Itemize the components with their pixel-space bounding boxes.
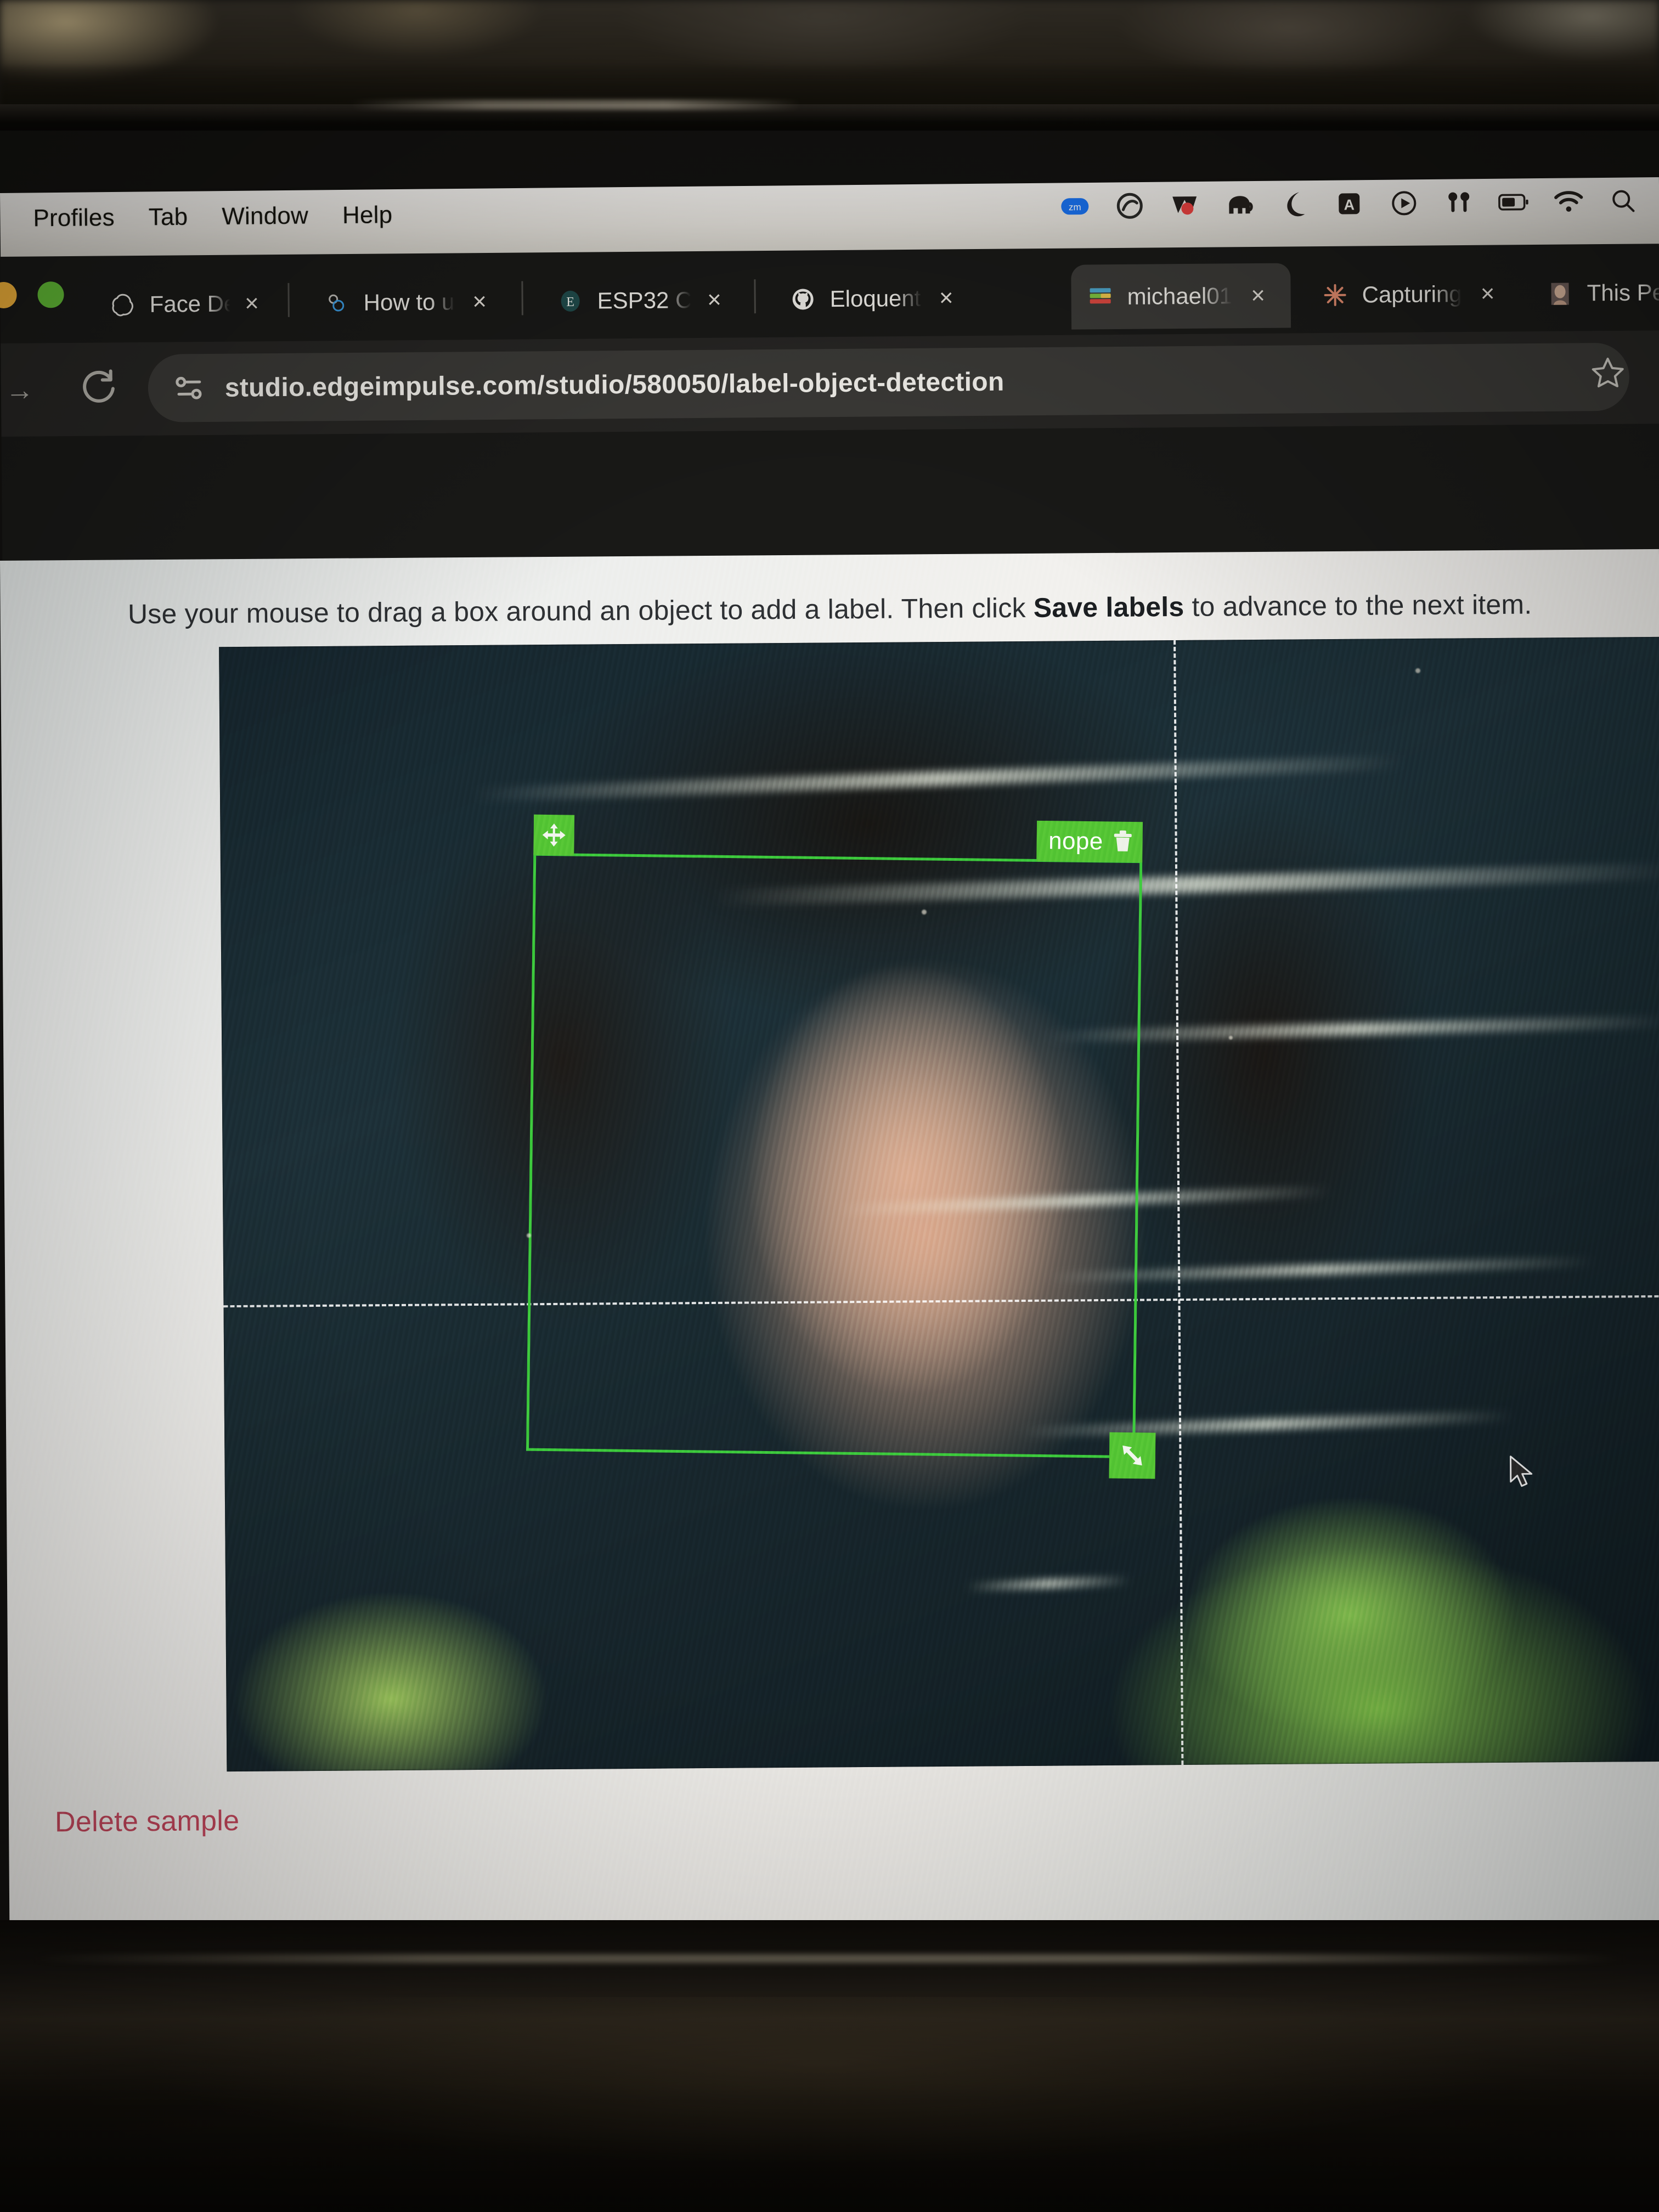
url-text: studio.edgeimpulse.com/studio/580050/lab… — [224, 367, 1005, 403]
labeling-instruction-text: Use your mouse to drag a box around an o… — [0, 588, 1659, 631]
bounding-box[interactable]: nope — [526, 814, 1156, 1479]
menu-bar-items: Profiles Tab Window Help — [33, 201, 392, 232]
close-tab-icon[interactable]: × — [704, 286, 725, 313]
menu-item-tab[interactable]: Tab — [149, 204, 188, 232]
edge-impulse-labeling-page: Use your mouse to drag a box around an o… — [0, 549, 1659, 1920]
tab-separator — [754, 279, 756, 314]
dust-speck — [1229, 1036, 1233, 1040]
browser-tab-title: Capturing — [1362, 281, 1462, 308]
browser-tab-face-detec[interactable]: Face Detec × — [93, 271, 275, 337]
reload-icon[interactable] — [78, 364, 121, 408]
amphetamine-menu-icon[interactable]: A — [1333, 188, 1365, 220]
desk-surface — [0, 1997, 1659, 2212]
address-bar[interactable]: studio.edgeimpulse.com/studio/580050/lab… — [148, 342, 1630, 422]
airpods-menu-icon[interactable] — [1443, 187, 1475, 219]
creative-cloud-menu-icon[interactable] — [1114, 190, 1146, 222]
instruction-pre: Use your mouse to drag a box around an o… — [127, 592, 1034, 630]
lid-light-reflection — [351, 100, 801, 110]
browser-tab-capturing[interactable]: Capturing × — [1306, 261, 1515, 328]
window-traffic-lights — [0, 281, 64, 309]
browser-tab-esp32-cam[interactable]: E ESP32 Car × — [541, 267, 739, 334]
close-tab-icon[interactable]: × — [1245, 282, 1271, 309]
dust-speck — [1415, 668, 1420, 673]
laptop-hinge-reflection — [33, 1954, 1624, 1963]
move-handle-icon[interactable] — [533, 814, 575, 856]
tab-separator — [521, 281, 523, 315]
close-tab-icon[interactable]: × — [935, 284, 957, 311]
browser-tab-this-person[interactable]: This Pe — [1531, 259, 1659, 326]
sample-image-canvas[interactable]: nope — [219, 636, 1659, 1772]
mastodon-elephant-menu-icon[interactable] — [1223, 189, 1256, 221]
browser-tab-title: This Pe — [1587, 279, 1659, 306]
browser-tab-title: michael01 — [1127, 283, 1233, 309]
minimize-window-button[interactable] — [0, 281, 17, 309]
laptop-base-and-desk — [0, 1920, 1659, 2212]
wifi-menu-icon[interactable] — [1553, 185, 1585, 218]
browser-tab-strip: Face Detec × How to us × E ESP32 Car × E… — [0, 244, 1659, 345]
maximize-window-button[interactable] — [37, 281, 64, 308]
close-tab-icon[interactable]: × — [468, 288, 490, 315]
menu-bar-tray: zm A — [1059, 185, 1640, 222]
tab-separator — [287, 283, 290, 317]
face-photo-icon — [1546, 279, 1573, 307]
battery-menu-icon[interactable] — [1498, 186, 1530, 218]
openai-icon — [109, 291, 136, 318]
close-tab-icon[interactable]: × — [1475, 280, 1500, 307]
delete-sample-button[interactable]: Delete sample — [55, 1804, 240, 1838]
espressif-icon: E — [556, 287, 584, 315]
bounding-box-label-text: nope — [1048, 827, 1103, 855]
browser-tab-michael01-active[interactable]: michael01 × — [1071, 263, 1291, 330]
chrome-dev-icon — [323, 289, 350, 317]
browser-tab-eloquent[interactable]: EloquentE × — [774, 266, 972, 332]
browser-tab-how-to-use[interactable]: How to us × — [307, 269, 505, 336]
site-settings-icon[interactable] — [172, 371, 206, 405]
photo-of-laptop-screen: Profiles Tab Window Help zm A Face Detec… — [0, 0, 1659, 2212]
instruction-post: to advance to the next item. — [1184, 589, 1532, 622]
edge-impulse-icon — [1086, 283, 1114, 311]
sparkle-icon — [1321, 281, 1348, 309]
browser-toolbar: → studio.edgeimpulse.com/studio/580050/l… — [1, 330, 1659, 437]
browser-tab-title: Face Detec — [149, 290, 230, 317]
mouse-cursor — [1508, 1455, 1538, 1489]
menu-item-window[interactable]: Window — [222, 202, 308, 231]
browser-tab-title: How to us — [363, 289, 455, 315]
laptop-screen: Profiles Tab Window Help zm A Face Detec… — [0, 131, 1659, 1920]
svg-text:A: A — [1344, 196, 1355, 213]
chrome-browser-window: Face Detec × How to us × E ESP32 Car × E… — [0, 244, 1659, 564]
browser-tab-title: ESP32 Car — [597, 287, 691, 314]
dust-speck — [922, 910, 927, 915]
browser-tab-title: EloquentE — [830, 285, 922, 312]
forward-arrow-icon[interactable]: → — [5, 374, 34, 407]
close-tab-icon[interactable]: × — [243, 290, 261, 317]
svg-text:zm: zm — [1069, 202, 1081, 212]
menu-item-help[interactable]: Help — [342, 201, 393, 229]
instruction-bold-save-labels: Save labels — [1033, 591, 1184, 623]
play-circle-menu-icon[interactable] — [1388, 187, 1420, 219]
dust-speck — [527, 1233, 531, 1238]
bounding-box-label-chip[interactable]: nope — [1036, 820, 1143, 863]
resize-handle-icon[interactable] — [1109, 1432, 1156, 1479]
github-icon — [789, 285, 816, 313]
bookmark-star-icon[interactable] — [1590, 355, 1624, 389]
menu-item-profiles[interactable]: Profiles — [33, 204, 115, 232]
svg-text:E: E — [566, 295, 574, 309]
zoom-menu-icon[interactable]: zm — [1059, 190, 1091, 223]
night-shift-moon-menu-icon[interactable] — [1278, 188, 1311, 221]
spotlight-search-menu-icon[interactable] — [1607, 185, 1640, 217]
trash-icon[interactable] — [1111, 828, 1134, 855]
mozilla-menu-icon[interactable] — [1169, 189, 1201, 222]
